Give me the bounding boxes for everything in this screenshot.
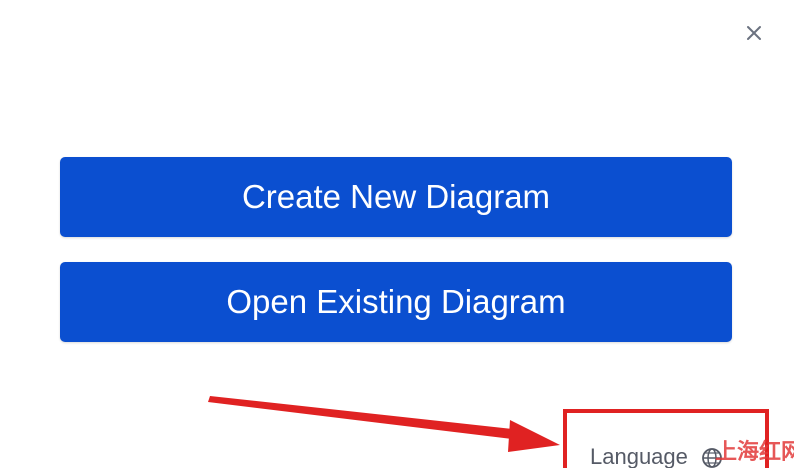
language-label: Language xyxy=(590,444,688,468)
language-link[interactable]: Language xyxy=(590,444,724,468)
watermark-text: 上海红网 xyxy=(715,440,794,465)
globe-icon xyxy=(702,448,722,468)
watermark: 上海红网 xyxy=(715,434,794,466)
start-dialog: Create New Diagram Open Existing Diagram… xyxy=(0,0,794,468)
close-icon xyxy=(747,26,761,40)
close-button[interactable] xyxy=(741,20,767,46)
annotation-arrow-head xyxy=(508,420,560,452)
annotation-arrow-shaft xyxy=(208,396,522,440)
open-existing-diagram-button[interactable]: Open Existing Diagram xyxy=(60,262,732,342)
create-new-diagram-button[interactable]: Create New Diagram xyxy=(60,157,732,237)
